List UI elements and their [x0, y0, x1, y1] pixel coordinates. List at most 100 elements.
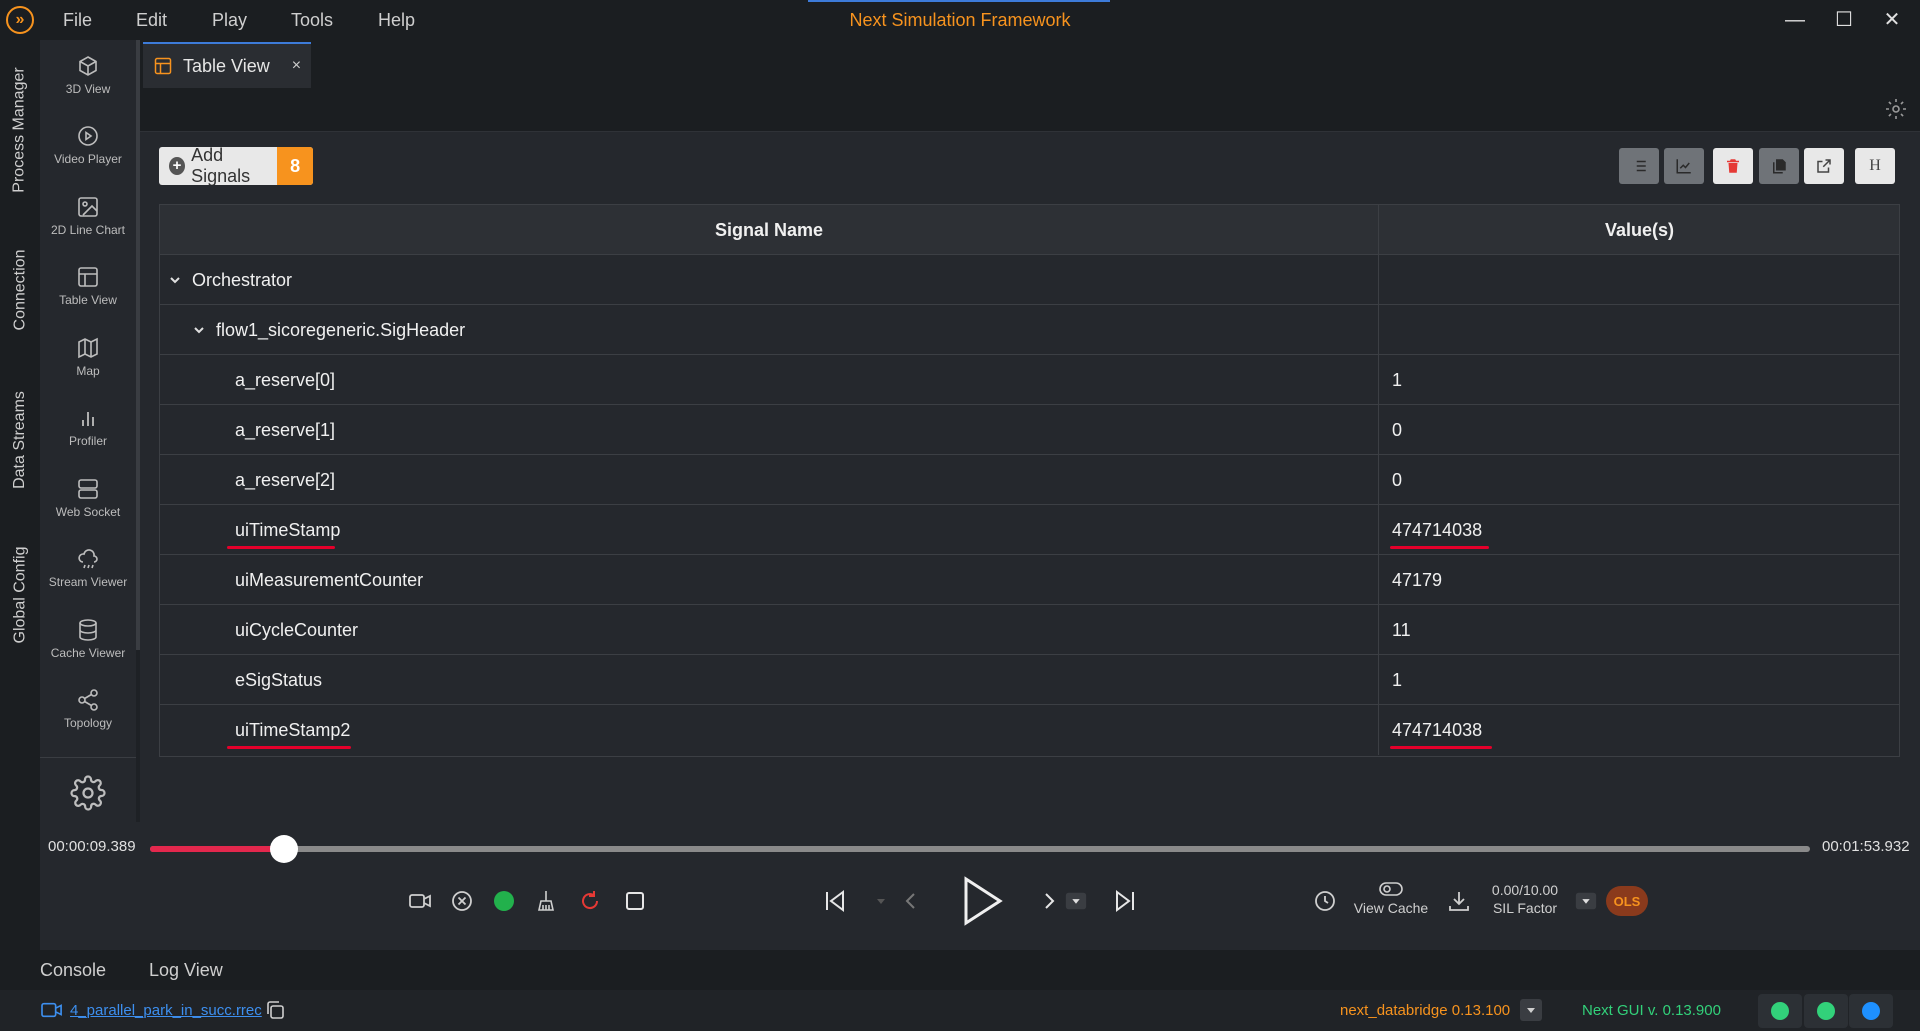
table-row[interactable]: a_reserve[1] 0	[160, 405, 1899, 455]
copy-button[interactable]	[1759, 148, 1799, 184]
step-forward-button[interactable]	[1034, 886, 1064, 916]
image-icon	[78, 197, 98, 217]
vtab-data-streams[interactable]: Data Streams	[0, 370, 40, 510]
chevron-down-icon[interactable]	[192, 323, 206, 337]
step-forward-dropdown[interactable]	[1064, 886, 1088, 916]
stop-button[interactable]	[620, 886, 650, 916]
caret-down-icon	[1065, 892, 1087, 910]
sidebar-item-2d-line-chart[interactable]: 2D Line Chart	[40, 181, 136, 251]
caret-down-icon	[1527, 1008, 1535, 1013]
line-chart-icon	[1676, 159, 1691, 174]
vtab-process-manager[interactable]: Process Manager	[0, 50, 40, 210]
menu-file[interactable]: File	[63, 0, 92, 40]
export-button[interactable]	[1804, 148, 1844, 184]
chevron-down-icon[interactable]	[168, 273, 182, 287]
table-row[interactable]: Orchestrator	[160, 255, 1899, 305]
sil-value: 0.00/10.00	[1491, 882, 1559, 898]
signal-value: 1	[1392, 369, 1403, 390]
highlight-underline	[227, 746, 351, 749]
reset-button[interactable]	[575, 886, 605, 916]
sidebar-item-label: Map	[76, 364, 100, 378]
app-logo-icon[interactable]: »	[6, 6, 34, 34]
download-button[interactable]	[1444, 886, 1474, 916]
sidebar-item-profiler[interactable]: Profiler	[40, 392, 136, 462]
maximize-button[interactable]: ☐	[1832, 8, 1856, 32]
share-icon	[78, 689, 98, 711]
step-back-dropdown[interactable]	[866, 886, 896, 916]
tab-table-view[interactable]: Table View ×	[143, 42, 311, 88]
close-circle-icon	[452, 891, 472, 911]
record-video-button[interactable]	[405, 886, 435, 916]
chevron-left-icon	[905, 893, 915, 909]
header-toggle-button[interactable]: H	[1855, 148, 1895, 184]
table-row[interactable]: flow1_sicoregeneric.SigHeader	[160, 305, 1899, 355]
table-row[interactable]: uiTimeStamp 474714038	[160, 505, 1899, 555]
table-row[interactable]: uiMeasurementCounter 47179	[160, 555, 1899, 605]
sidebar-item-3d-view[interactable]: 3D View	[40, 40, 136, 110]
server-icon	[78, 479, 98, 499]
sidebar-item-label: Cache Viewer	[50, 646, 126, 660]
sil-factor-dropdown[interactable]	[1574, 886, 1598, 916]
signal-name: flow1_sicoregeneric.SigHeader	[216, 319, 466, 340]
databridge-dropdown[interactable]	[1520, 999, 1542, 1021]
tab-log-view[interactable]: Log View	[149, 950, 223, 990]
sidebar-item-stream-viewer[interactable]: Stream Viewer	[40, 533, 136, 603]
signal-value: 0	[1392, 469, 1403, 490]
sidebar-item-web-socket[interactable]: Web Socket	[40, 463, 136, 533]
column-header-values[interactable]: Value(s)	[1380, 205, 1899, 255]
list-view-button[interactable]	[1619, 148, 1659, 184]
caret-down-icon	[1575, 892, 1597, 910]
delete-button[interactable]	[1713, 148, 1753, 184]
menu-help[interactable]: Help	[378, 0, 415, 40]
view-cache-toggle[interactable]: View Cache	[1348, 880, 1434, 916]
close-button[interactable]: ✕	[1880, 8, 1904, 32]
sidebar-item-table-view[interactable]: Table View	[40, 251, 136, 321]
menu-edit[interactable]: Edit	[136, 0, 167, 40]
tab-console[interactable]: Console	[40, 950, 106, 990]
menu-play[interactable]: Play	[212, 0, 247, 40]
gear-icon[interactable]	[70, 775, 106, 811]
close-icon[interactable]: ×	[292, 57, 301, 75]
sidebar-item-topology[interactable]: Topology	[40, 674, 136, 744]
sidebar-item-video-player[interactable]: Video Player	[40, 110, 136, 180]
vtab-connection[interactable]: Connection	[0, 225, 40, 355]
chart-view-button[interactable]	[1664, 148, 1704, 184]
skip-to-start-button[interactable]	[820, 886, 850, 916]
broom-icon	[538, 891, 554, 911]
status-indicator	[489, 886, 519, 916]
table-row[interactable]: uiTimeStamp2 474714038	[160, 705, 1899, 755]
table-row[interactable]: eSigStatus 1	[160, 655, 1899, 705]
status-light-blue[interactable]	[1862, 1002, 1880, 1020]
toggle-icon	[1379, 882, 1403, 896]
sidebar-divider	[40, 757, 136, 758]
add-signals-button[interactable]: + Add Signals 8	[159, 147, 313, 185]
clean-button[interactable]	[531, 886, 561, 916]
ols-button[interactable]: OLS	[1606, 886, 1648, 916]
table-row[interactable]: a_reserve[2] 0	[160, 455, 1899, 505]
share-square-icon	[1817, 159, 1831, 173]
column-header-signal-name[interactable]: Signal Name	[160, 205, 1379, 255]
bottom-panel-tabs	[0, 950, 1920, 990]
history-button[interactable]	[1310, 886, 1340, 916]
timeline-track[interactable]	[150, 846, 1810, 852]
play-button[interactable]	[950, 870, 1010, 932]
recording-file-link[interactable]: 4_parallel_park_in_succ.rrec	[70, 990, 262, 1031]
sidebar-item-label: Topology	[63, 716, 113, 730]
databridge-version: next_databridge 0.13.100	[1340, 1002, 1511, 1019]
table-row[interactable]: a_reserve[0] 1	[160, 355, 1899, 405]
gui-version: Next GUI v. 0.13.900	[1582, 1002, 1721, 1019]
highlight-underline	[1390, 746, 1492, 749]
table-row[interactable]: uiCycleCounter 11	[160, 605, 1899, 655]
menu-tools[interactable]: Tools	[291, 0, 333, 40]
gear-icon[interactable]	[1884, 97, 1908, 121]
status-light-green[interactable]	[1817, 1002, 1835, 1020]
skip-to-end-button[interactable]	[1110, 886, 1140, 916]
copy-icon[interactable]	[264, 999, 286, 1021]
cancel-button[interactable]	[447, 886, 477, 916]
sidebar-item-map[interactable]: Map	[40, 322, 136, 392]
status-light-green[interactable]	[1771, 1002, 1789, 1020]
step-back-button[interactable]	[896, 886, 926, 916]
sidebar-item-cache-viewer[interactable]: Cache Viewer	[40, 604, 136, 674]
vtab-global-config[interactable]: Global Config	[0, 525, 40, 665]
minimize-button[interactable]: —	[1783, 8, 1807, 32]
